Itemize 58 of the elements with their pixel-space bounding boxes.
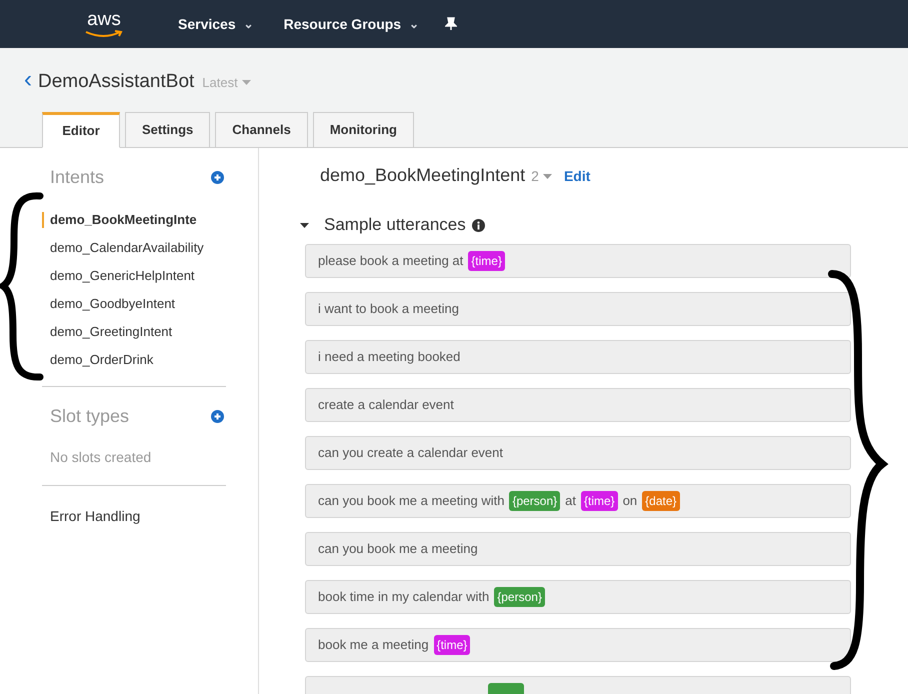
intent-item[interactable]: demo_GreetingIntent — [50, 322, 172, 342]
utterance-field[interactable]: can you book me a meeting with {person} at {time} on {date} — [305, 484, 851, 518]
tab[interactable]: Editor — [42, 112, 120, 148]
nav-menu[interactable]: Resource Groups ⌄ — [284, 14, 420, 34]
utterance-field[interactable]: book time in my calendar with {person} — [305, 580, 851, 614]
intent-item[interactable]: demo_GenericHelpIntent — [50, 266, 195, 286]
tab[interactable]: Settings — [125, 112, 210, 148]
slot-tag: {date} — [642, 491, 680, 511]
utterance-text: at — [565, 492, 576, 510]
utterance-field[interactable]: create a calendar event — [305, 388, 851, 422]
slot-tag: {time} — [468, 251, 505, 271]
back-link[interactable]: ‹ — [24, 68, 32, 92]
utterance-text: book time in my calendar with — [318, 588, 490, 606]
utterance-field[interactable]: can you book me a meeting — [305, 532, 851, 566]
intent-item[interactable]: demo_OrderDrink — [50, 350, 154, 370]
pin-icon[interactable] — [445, 17, 458, 31]
caret-icon — [542, 172, 552, 181]
utterance-text: book me a meeting — [318, 636, 429, 654]
caret-icon: ⌄ — [244, 15, 254, 33]
caret-icon: ⌄ — [409, 15, 420, 33]
error-handling-link[interactable]: Error Handling — [50, 506, 140, 527]
empty-message: No slots created — [49, 448, 152, 467]
tab[interactable]: Monitoring — [312, 112, 414, 148]
info-icon[interactable] — [472, 218, 485, 232]
caret-icon — [242, 78, 251, 88]
sidebar-heading: Slot types — [50, 404, 130, 428]
intent-item[interactable]: demo_GoodbyeIntent — [50, 294, 176, 314]
slot-tag: {person} — [509, 491, 560, 511]
utterance-text: can you book me a meeting — [318, 540, 478, 558]
section-title: Sample utterances — [324, 214, 466, 236]
utterance-text: i need a meeting booked — [318, 348, 460, 366]
add-icon[interactable] — [211, 170, 224, 184]
utterance-field[interactable]: i need a meeting booked — [305, 340, 851, 374]
utterance-text: can you book me a meeting with — [318, 492, 504, 510]
smile-arrow-icon — [84, 30, 124, 38]
utterance-text: can you create a calendar event — [318, 444, 504, 462]
utterance-field[interactable]: book me a meeting {time} — [305, 628, 851, 662]
utterance-text: i want to book a meeting — [318, 300, 459, 318]
intent-title: demo_BookMeetingIntent — [320, 164, 526, 187]
slot-tag: {time} — [581, 491, 618, 511]
slot-tag: {time} — [434, 635, 470, 655]
tab[interactable]: Channels — [215, 112, 308, 148]
add-icon[interactable] — [211, 410, 224, 422]
collapse-toggle-icon[interactable] — [300, 220, 309, 230]
utterance-text: on — [622, 492, 638, 510]
utterance-field[interactable]: can you create a calendar event — [305, 436, 851, 470]
bot-name: DemoAssistantBot — [38, 70, 194, 94]
utterance-field[interactable]: please book a meeting at {time} — [305, 244, 851, 278]
sidebar-heading: Intents — [50, 166, 104, 188]
intent-item[interactable]: demo_BookMeetingInte — [50, 210, 197, 230]
slot-tag: {person} — [494, 587, 545, 607]
nav-menu[interactable]: Services ⌄ — [178, 14, 254, 34]
utterance-field[interactable]: i want to book a meeting — [305, 292, 851, 326]
utterance-text: create a calendar event — [318, 396, 454, 414]
utterance-text: please book a meeting at — [318, 252, 464, 270]
intent-item[interactable]: demo_CalendarAvailability — [50, 238, 204, 258]
edit-link[interactable]: Edit — [564, 166, 590, 187]
aws-logo-text: aws — [87, 10, 121, 30]
